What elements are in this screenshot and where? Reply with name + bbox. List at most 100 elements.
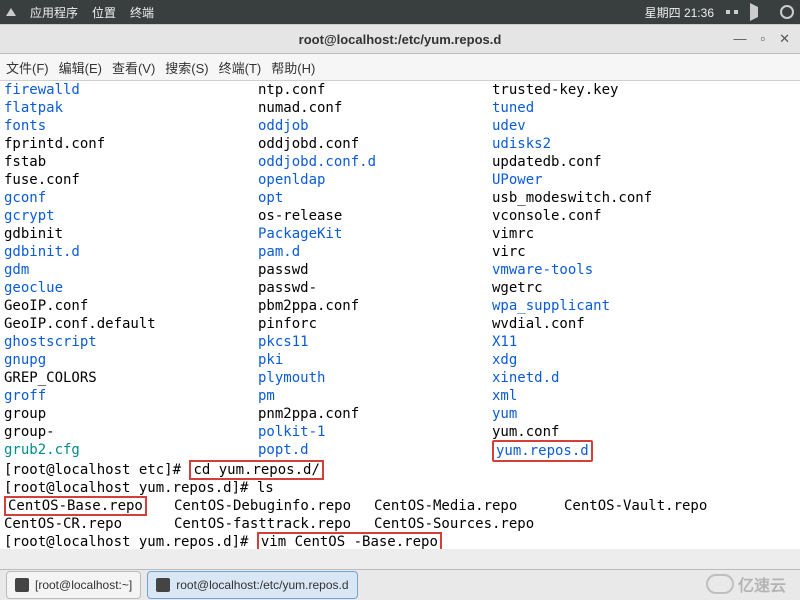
ls-entry: yum — [492, 406, 517, 422]
ls-entry: oddjobd.conf — [258, 136, 359, 152]
watermark: 亿速云 — [706, 572, 786, 596]
ls-entry: pam.d — [258, 244, 300, 260]
ls-entry: fuse.conf — [4, 172, 80, 188]
power-icon[interactable] — [780, 5, 794, 19]
ls-entry: ghostscript — [4, 334, 97, 350]
ls-entry: GeoIP.conf — [4, 298, 88, 314]
ls-entry: grub2.cfg — [4, 442, 80, 458]
activities-icon[interactable] — [6, 5, 16, 19]
terminal-output[interactable]: firewalldntp.conftrusted-key.keyflatpakn… — [0, 81, 800, 549]
ls-entry: geoclue — [4, 280, 63, 296]
ls-row: GeoIP.conf.default pinforc wvdial.conf — [4, 315, 796, 333]
menu-edit[interactable]: 编辑(E) — [59, 58, 102, 77]
ls-entry: groff — [4, 388, 46, 404]
ls-entry: vconsole.conf — [492, 208, 602, 224]
ls-entry: xdg — [492, 352, 517, 368]
ls-entry: usb_modeswitch.conf — [492, 190, 652, 206]
ls-entry: UPower — [492, 172, 543, 188]
ls-entry: fprintd.conf — [4, 136, 105, 152]
repo-file: CentOS-Debuginfo.repo — [174, 498, 351, 514]
close-button[interactable]: ✕ — [779, 31, 790, 47]
window-titlebar: root@localhost:/etc/yum.repos.d — ▫ ✕ — [0, 24, 800, 54]
menu-help[interactable]: 帮助(H) — [271, 58, 315, 77]
menu-terminal[interactable]: 终端(T) — [219, 58, 262, 77]
prompt-line: [root@localhost etc]# cd yum.repos.d/ — [4, 461, 796, 479]
maximize-button[interactable]: ▫ — [760, 31, 765, 47]
ls-row: firewalldntp.conftrusted-key.key — [4, 81, 796, 99]
ls-entry: vmware-tools — [492, 262, 593, 278]
ls-entry: polkit-1 — [258, 424, 325, 440]
ls-entry: passwd- — [258, 280, 317, 296]
menubar: 文件(F) 编辑(E) 查看(V) 搜索(S) 终端(T) 帮助(H) — [0, 54, 800, 81]
menu-view[interactable]: 查看(V) — [112, 58, 155, 77]
repo-file: CentOS-fasttrack.repo — [174, 516, 351, 532]
menu-file[interactable]: 文件(F) — [6, 58, 49, 77]
prompt-line: [root@localhost yum.repos.d]# vim CentOS… — [4, 533, 796, 549]
window-title: root@localhost:/etc/yum.repos.d — [0, 32, 800, 47]
menu-search[interactable]: 搜索(S) — [165, 58, 208, 77]
ls-entry: yum.repos.d — [492, 440, 593, 462]
ls-row: groffpmxml — [4, 387, 796, 405]
ls-row: fontsoddjobudev — [4, 117, 796, 135]
repo-file: CentOS-Sources.repo — [374, 516, 534, 532]
repo-file: CentOS-Base.repo — [4, 496, 147, 516]
ls-entry: group — [4, 406, 46, 422]
ls-entry: yum.conf — [492, 424, 559, 440]
terminal-icon — [156, 578, 170, 592]
cloud-icon — [706, 574, 734, 594]
apps-menu[interactable]: 应用程序 — [30, 4, 78, 21]
clock[interactable]: 星期四 21:36 — [645, 4, 714, 21]
ls-entry: plymouth — [258, 370, 325, 386]
ls-entry: pinforc — [258, 316, 317, 332]
ls-entry: gdbinit — [4, 226, 63, 242]
ls-entry: wvdial.conf — [492, 316, 585, 332]
ls-entry: oddjobd.conf.d — [258, 154, 376, 170]
ls-entry: opt — [258, 190, 283, 206]
ls-row: ghostscriptpkcs11X11 — [4, 333, 796, 351]
highlighted-command: vim CentOS -Base.repo — [257, 532, 442, 549]
sound-icon[interactable] — [750, 3, 768, 21]
ls-entry: tuned — [492, 100, 534, 116]
ls-entry: pm — [258, 388, 275, 404]
ls-row: fprintd.confoddjobd.confudisks2 — [4, 135, 796, 153]
ls-entry: virc — [492, 244, 526, 260]
taskbar-item-2[interactable]: root@localhost:/etc/yum.repos.d — [147, 571, 357, 599]
ls-entry: udev — [492, 118, 526, 134]
minimize-button[interactable]: — — [733, 31, 746, 47]
ls-row: geoclue passwd-wgetrc — [4, 279, 796, 297]
repo-row: CentOS-Base.repo CentOS-Debuginfo.repo Cen… — [4, 497, 796, 515]
ls-row: fuse.conf openldap UPower — [4, 171, 796, 189]
ls-entry: gconf — [4, 190, 46, 206]
ls-entry: group- — [4, 424, 55, 440]
ls-entry: passwd — [258, 262, 309, 278]
ls-entry: ntp.conf — [258, 82, 325, 98]
taskbar-label: [root@localhost:~] — [35, 578, 132, 592]
highlighted-command: cd yum.repos.d/ — [189, 460, 323, 480]
ls-entry: xinetd.d — [492, 370, 559, 386]
ls-entry: updatedb.conf — [492, 154, 602, 170]
ls-row: gconf opt usb_modeswitch.conf — [4, 189, 796, 207]
ls-entry: openldap — [258, 172, 325, 188]
places-menu[interactable]: 位置 — [92, 4, 116, 21]
ls-entry: gnupg — [4, 352, 46, 368]
repo-file: CentOS-Vault.repo — [564, 498, 707, 514]
ls-row: flatpaknumad.conftuned — [4, 99, 796, 117]
ls-entry: pki — [258, 352, 283, 368]
ls-row: group pnm2ppa.conf yum — [4, 405, 796, 423]
ls-entry: wgetrc — [492, 280, 543, 296]
ls-entry: GeoIP.conf.default — [4, 316, 156, 332]
taskbar-item-1[interactable]: [root@localhost:~] — [6, 571, 141, 599]
taskbar-label: root@localhost:/etc/yum.repos.d — [176, 578, 348, 592]
ls-entry: pbm2ppa.conf — [258, 298, 359, 314]
ls-row: grub2.cfgpopt.dyum.repos.d — [4, 441, 796, 461]
terminal-menu[interactable]: 终端 — [130, 4, 154, 21]
network-icon[interactable] — [726, 6, 738, 18]
ls-entry: os-release — [258, 208, 342, 224]
ls-entry: GREP_COLORS — [4, 370, 97, 386]
ls-entry: vimrc — [492, 226, 534, 242]
ls-row: gdmpasswdvmware-tools — [4, 261, 796, 279]
ls-entry: PackageKit — [258, 226, 342, 242]
ls-entry: wpa_supplicant — [492, 298, 610, 314]
ls-row: gdbinit PackageKit vimrc — [4, 225, 796, 243]
ls-entry: pnm2ppa.conf — [258, 406, 359, 422]
